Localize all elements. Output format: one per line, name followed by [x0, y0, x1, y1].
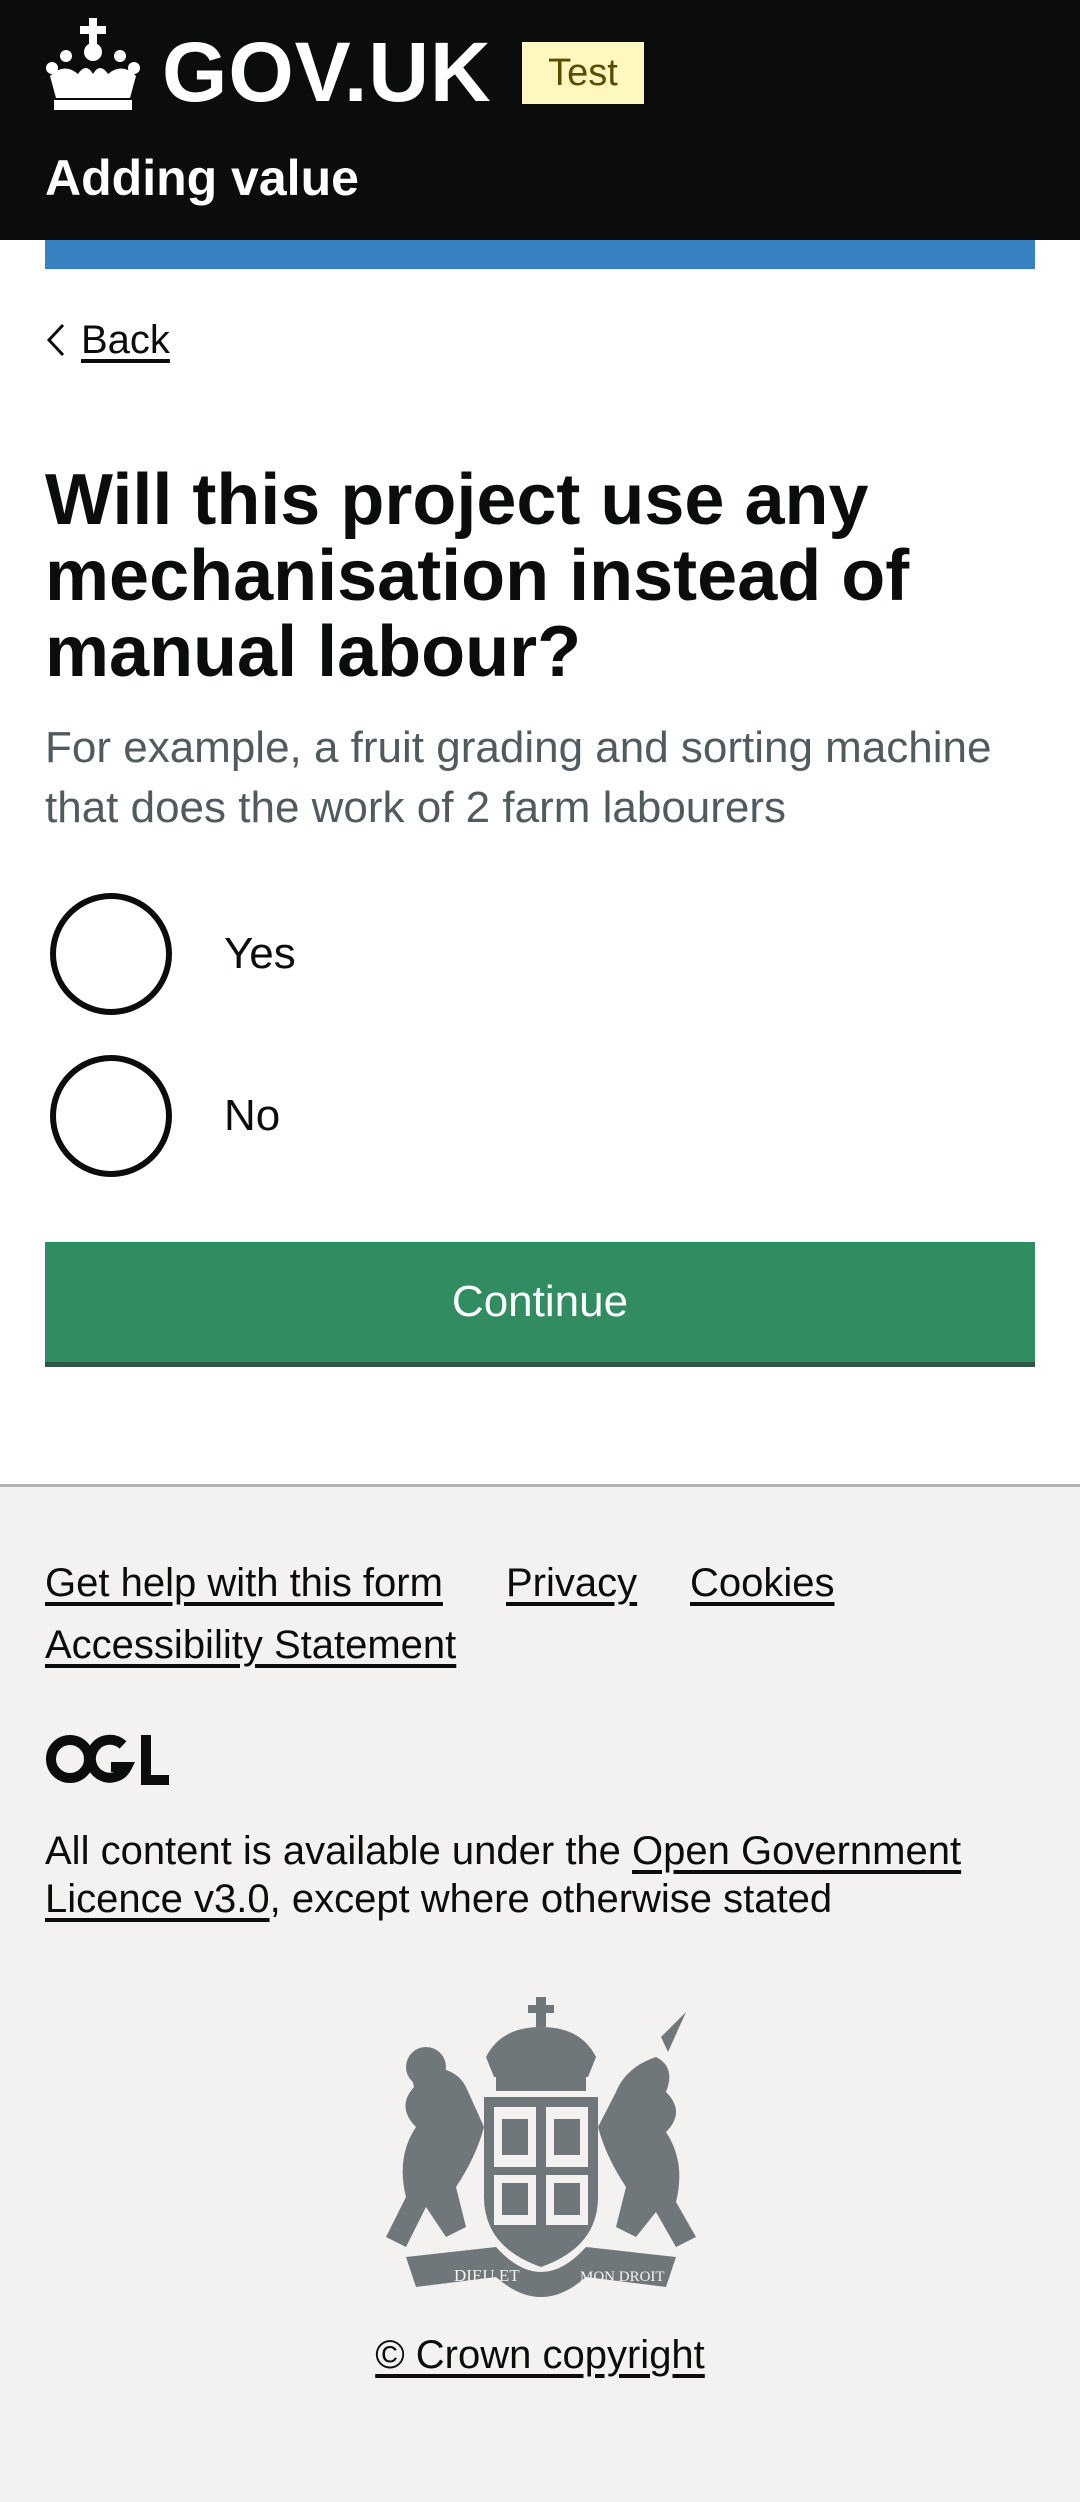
licence-suffix: , except where otherwise stated [269, 1877, 833, 1921]
chevron-left-icon [46, 323, 65, 357]
crest-motto-right: MON DROIT [580, 2269, 665, 2285]
crown-icon [46, 18, 140, 110]
footer-link-cookies[interactable]: Cookies [690, 1558, 835, 1608]
site-footer: Get help with this form Privacy Cookies … [0, 1484, 1080, 2502]
gov-uk-logo-text[interactable]: GOV.UK [162, 22, 492, 122]
site-header: GOV.UK Test Adding value [0, 0, 1080, 240]
radio-option-no[interactable]: No [50, 1054, 650, 1178]
royal-coat-of-arms-icon: DIEU ET MON DROIT [386, 1997, 696, 2297]
header-accent-bar [45, 240, 1035, 269]
back-link-label: Back [81, 317, 170, 362]
footer-link-help[interactable]: Get help with this form [45, 1558, 443, 1608]
service-name[interactable]: Adding value [45, 146, 359, 210]
page-title: Will this project use any mechanisation … [45, 460, 910, 692]
main-content: Back Will this project use any mechanisa… [0, 240, 1080, 1484]
question-hint: For example, a fruit grading and sorting… [45, 723, 992, 832]
radio-option-yes[interactable]: Yes [50, 892, 650, 1016]
back-link[interactable]: Back [45, 312, 170, 368]
environment-tag: Test [522, 42, 644, 104]
ogl-logo-icon [46, 1734, 169, 1785]
licence-text: All content is available under the Open … [45, 1827, 1045, 1923]
footer-link-accessibility[interactable]: Accessibility Statement [45, 1620, 456, 1670]
crown-copyright-link[interactable]: © Crown copyright [375, 2333, 705, 2377]
licence-prefix: All content is available under the [45, 1829, 633, 1873]
radio-label: Yes [224, 929, 296, 978]
footer-link-privacy[interactable]: Privacy [506, 1558, 637, 1608]
crest-motto-left: DIEU ET [454, 2266, 520, 2285]
radio-button[interactable] [50, 893, 172, 1015]
continue-button[interactable]: Continue [45, 1242, 1035, 1362]
radio-label: No [224, 1091, 281, 1140]
radio-button[interactable] [50, 1055, 172, 1177]
copyright: © Crown copyright [0, 2333, 1080, 2378]
